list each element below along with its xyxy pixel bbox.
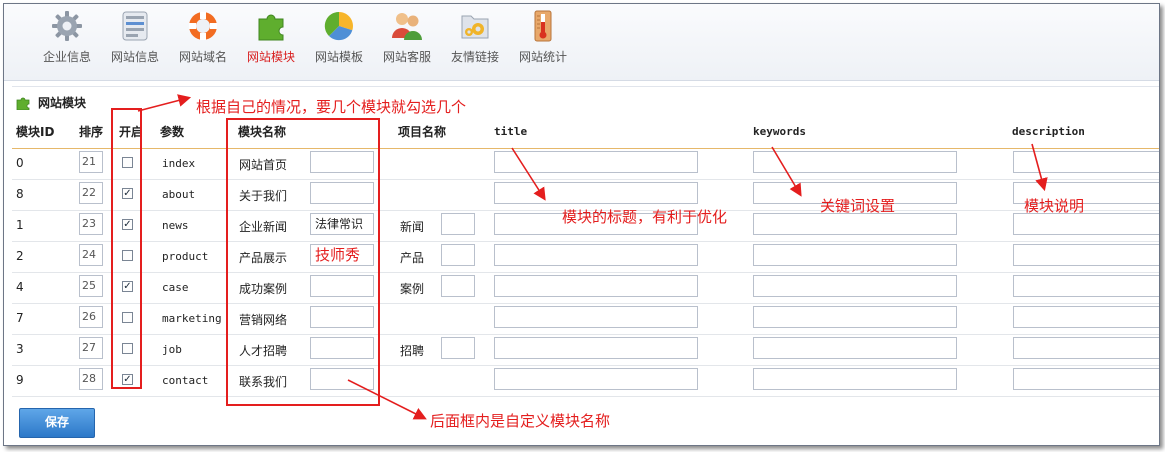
annotation-keywords-note: 关键词设置	[820, 197, 896, 215]
app-window: 企业信息 网站信息 网站域名 网站模块 网站模板 网站客服 友情链接 网站统计 …	[3, 3, 1160, 446]
annotation-custom-name-note: 后面框内是自定义模块名称	[430, 412, 611, 430]
annotation-checkbox-note: 根据自己的情况，要几个模块就勾选几个	[196, 98, 467, 116]
annotation-description-note: 模块说明	[1024, 197, 1085, 215]
annotation-title-note: 模块的标题，有利于优化	[562, 208, 728, 226]
